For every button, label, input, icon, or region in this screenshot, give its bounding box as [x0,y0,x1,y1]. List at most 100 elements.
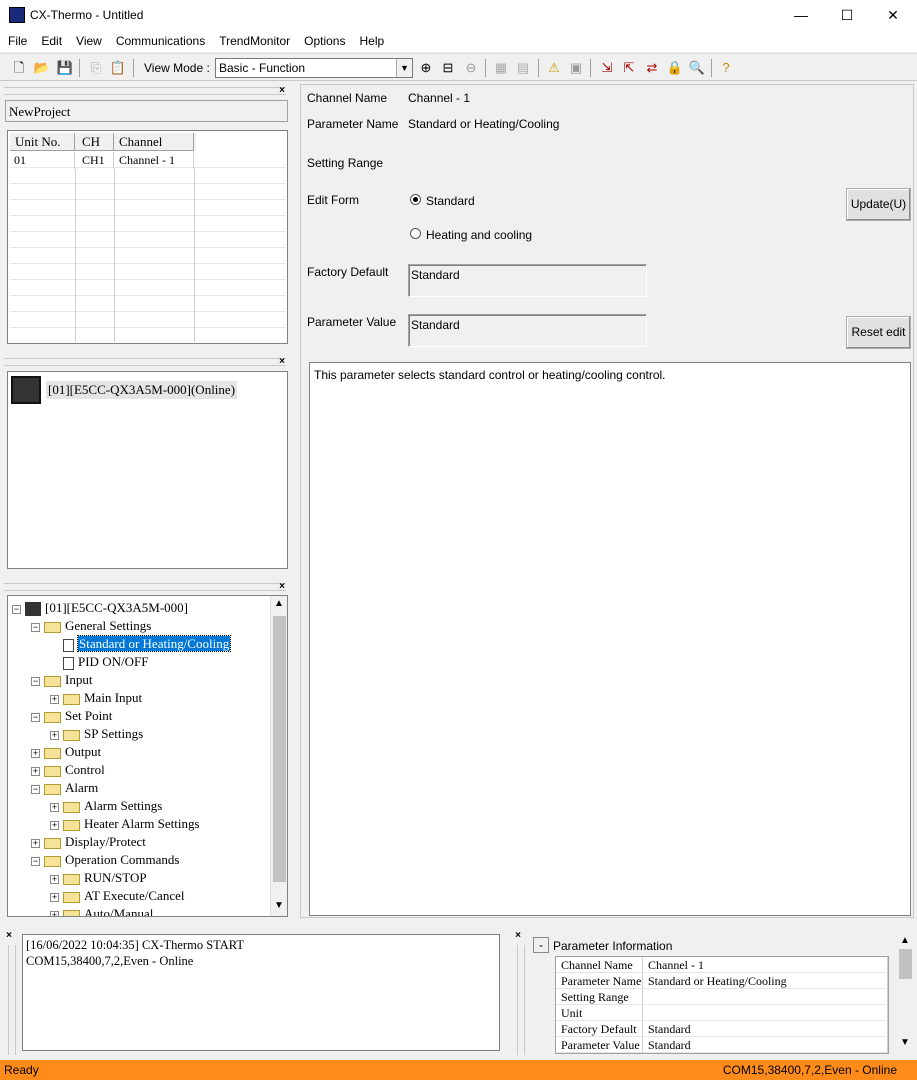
column-ch[interactable]: CH [75,133,114,151]
tree-item[interactable]: − General Settings [31,617,151,635]
menu-trendmonitor[interactable]: TrendMonitor [212,31,297,51]
tree-item[interactable]: + RUN/STOP [50,869,147,887]
menu-file[interactable]: File [1,31,34,51]
menu-options[interactable]: Options [297,31,352,51]
minimize-button[interactable]: — [778,0,824,31]
tree-item[interactable]: − Input [31,671,92,689]
tree-root[interactable]: − [01][E5CC-QX3A5M-000] [12,599,188,617]
collapse-button[interactable]: - [533,937,549,953]
tree-panel-grip[interactable] [4,583,286,591]
table-cell-channel-name[interactable]: Channel - 1 [114,152,194,169]
expand-icon[interactable]: + [50,910,59,916]
scroll-up-icon[interactable]: ▲ [900,935,910,946]
column-unit-no[interactable]: Unit No. [10,133,75,151]
tree-item[interactable]: + Heater Alarm Settings [50,815,200,833]
table-view-icon[interactable]: ▤ [513,58,533,78]
tree-item[interactable]: + Auto/Manual [50,905,153,916]
expand-icon[interactable]: + [31,766,40,776]
tree-item[interactable]: − Set Point [31,707,112,725]
transfer-to-device-icon[interactable]: ⇲ [597,58,617,78]
tree-item[interactable]: − Operation Commands [31,851,179,869]
view-mode-select[interactable]: Basic - Function [215,58,413,78]
expand-icon[interactable]: + [50,694,59,704]
close-icon[interactable]: × [277,357,287,367]
device-label[interactable]: [01][E5CC-QX3A5M-000](Online) [46,381,238,399]
tree-item[interactable]: − Alarm [31,779,98,797]
tree-item[interactable]: + Output [31,743,101,761]
scroll-thumb[interactable] [273,616,286,882]
expand-icon[interactable]: + [50,730,59,740]
close-icon[interactable]: × [277,86,287,96]
add-unit-icon[interactable]: ⊕ [416,58,436,78]
chevron-down-icon[interactable]: ▼ [396,59,412,77]
menu-communications[interactable]: Communications [109,31,212,51]
column-channel-name[interactable]: Channel name [114,133,194,167]
close-icon[interactable]: × [513,931,523,941]
expand-icon[interactable]: + [50,802,59,812]
scroll-down-icon[interactable]: ▼ [274,900,284,911]
close-icon[interactable]: × [277,582,287,592]
open-folder-icon[interactable]: 📂 [32,58,52,78]
scroll-up-icon[interactable]: ▲ [274,598,284,609]
lock-icon[interactable]: 🔒 [665,58,685,78]
monitor-icon[interactable]: ▣ [566,58,586,78]
info-panel-grip[interactable] [517,945,525,1055]
help-icon[interactable]: ? [716,58,736,78]
tree-item[interactable]: Standard or Heating/Cooling [50,635,232,653]
save-icon[interactable]: 💾 [55,58,75,78]
transfer-from-device-icon[interactable]: ⇱ [619,58,639,78]
tree-item[interactable]: + AT Execute/Cancel [50,887,184,905]
menu-view[interactable]: View [69,31,109,51]
tree-item[interactable]: PID ON/OFF [50,653,148,671]
unit-settings-icon[interactable]: ⊟ [438,58,458,78]
tree-item[interactable]: + Main Input [50,689,142,707]
tree-scrollbar[interactable]: ▲ ▼ [270,596,287,916]
radio-heating-cooling[interactable] [410,228,421,239]
menu-edit[interactable]: Edit [34,31,69,51]
scroll-down-icon[interactable]: ▼ [900,1037,910,1048]
tree-item[interactable]: + SP Settings [50,725,143,743]
tree-item-label: AT Execute/Cancel [84,888,185,903]
collapse-icon[interactable]: − [31,784,40,794]
table-row[interactable]: 01 [10,152,75,169]
close-button[interactable]: ✕ [870,0,916,31]
update-button[interactable]: Update(U) [846,188,911,221]
collapse-icon[interactable]: − [31,622,40,632]
reset-edit-button[interactable]: Reset edit [846,316,911,349]
device-panel-grip[interactable] [4,358,286,366]
compare-icon[interactable]: ⇄ [642,58,662,78]
tree-item[interactable]: + Alarm Settings [50,797,162,815]
scroll-thumb[interactable] [899,949,912,979]
expand-icon[interactable]: + [50,874,59,884]
project-panel-grip[interactable] [4,87,286,95]
paste-icon[interactable]: 📋 [108,58,128,78]
radio-standard-label[interactable]: Standard [426,194,475,208]
folder-icon [63,891,80,903]
maximize-button[interactable]: ☐ [824,0,870,31]
tree-item-label: Display/Protect [65,834,146,849]
menu-help[interactable]: Help [352,31,391,51]
log-panel-grip[interactable] [8,945,16,1055]
collapse-icon[interactable]: − [12,604,21,614]
expand-icon[interactable]: + [31,748,40,758]
radio-standard[interactable] [410,194,421,205]
collapse-icon[interactable]: − [31,712,40,722]
collapse-icon[interactable]: − [31,856,40,866]
table-cell-ch[interactable]: CH1 [75,152,114,169]
tree-item[interactable]: + Display/Protect [31,833,146,851]
expand-icon[interactable]: + [31,838,40,848]
new-file-icon[interactable]: 🗋 [9,58,29,78]
remove-unit-icon[interactable]: ⊖ [461,58,481,78]
tree-item[interactable]: + Control [31,761,105,779]
grid-view-icon[interactable]: ▦ [491,58,511,78]
radio-heating-cooling-label[interactable]: Heating and cooling [426,228,532,242]
search-icon[interactable]: 🔍 [687,58,707,78]
warning-icon[interactable]: ⚠ [544,58,564,78]
collapse-icon[interactable]: − [31,676,40,686]
copy-icon[interactable]: ⎘ [86,58,106,78]
close-icon[interactable]: × [4,931,14,941]
expand-icon[interactable]: + [50,820,59,830]
expand-icon[interactable]: + [50,892,59,902]
info-scrollbar[interactable]: ▲ ▼ [897,933,914,1053]
parameter-value-field[interactable]: Standard [408,314,647,347]
